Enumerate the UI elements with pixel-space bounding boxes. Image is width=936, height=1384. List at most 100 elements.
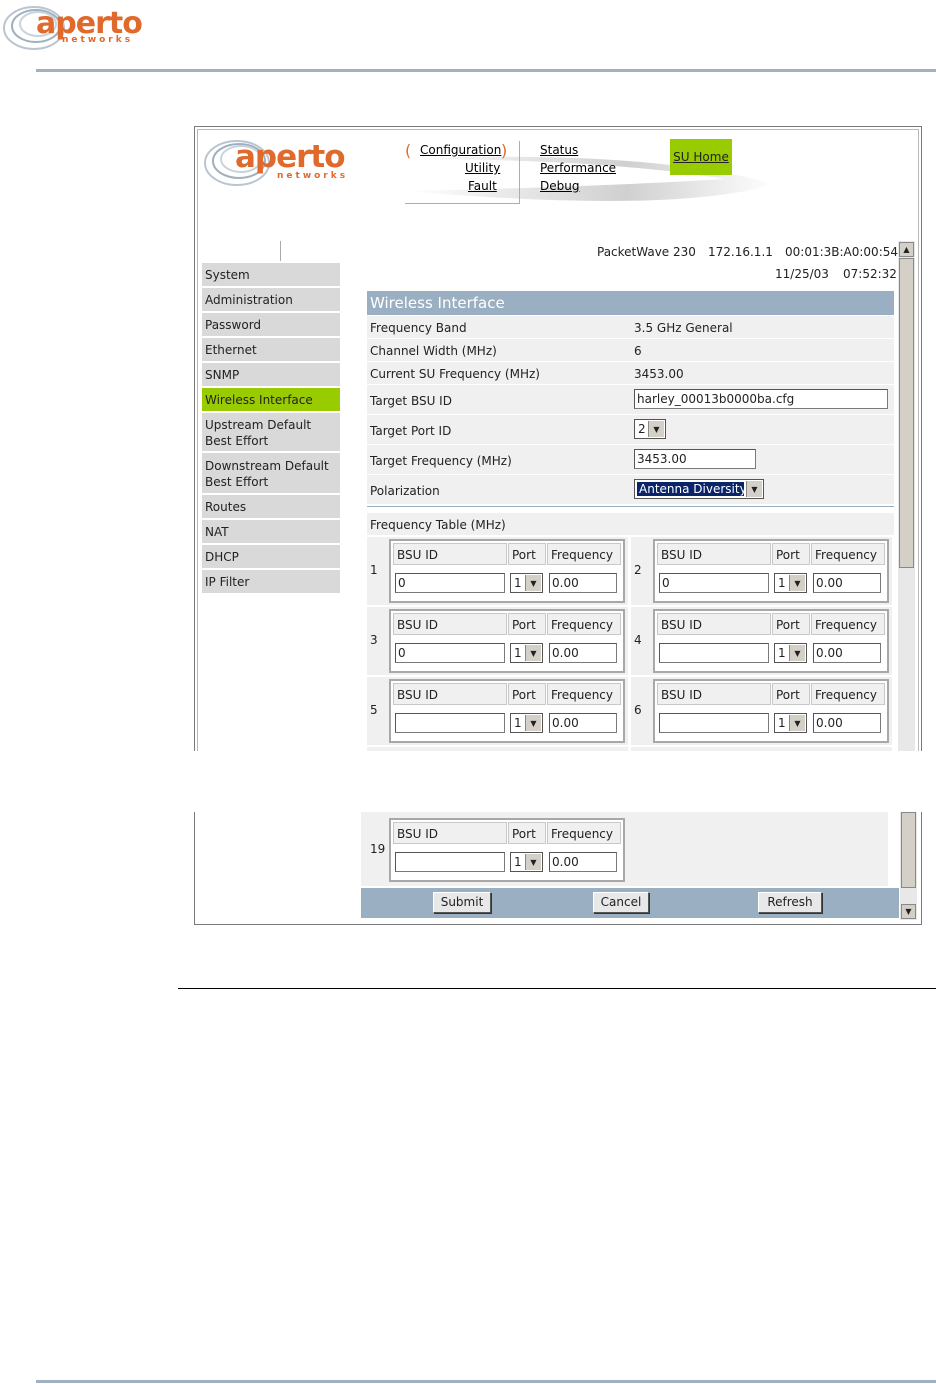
top-rule xyxy=(36,69,936,72)
nav-divider-vertical xyxy=(519,141,520,203)
freq-entry: 3 BSU ID Port Frequency 0 1 ▼ 0.00 xyxy=(367,607,628,675)
col-bsu-header: BSU ID xyxy=(393,822,507,844)
bottom-rule xyxy=(36,1380,936,1383)
freq-entry-box: BSU ID Port Frequency 0 1 ▼ 0.00 xyxy=(389,539,625,603)
freq-entry-number: 4 xyxy=(634,633,642,647)
chevron-down-icon: ▼ xyxy=(746,481,762,497)
col-port-header: Port xyxy=(508,543,546,565)
device-name: PacketWave 230 xyxy=(597,245,696,259)
device-date: 11/25/03 xyxy=(775,267,829,281)
sidebar-item-snmp[interactable]: SNMP xyxy=(202,363,340,388)
freq-entry-number: 1 xyxy=(370,563,378,577)
frequency-table-entry-19: 19 BSU ID Port Frequency 1 ▼ 0.00 xyxy=(367,816,631,884)
frequency-input[interactable]: 0.00 xyxy=(549,573,617,593)
nav-bracket-right-icon: ) xyxy=(501,141,508,160)
col-frequency-header: Frequency xyxy=(547,543,621,565)
chevron-down-icon: ▼ xyxy=(789,645,805,661)
col-bsu-header: BSU ID xyxy=(657,683,771,705)
bsu-id-input[interactable] xyxy=(395,713,505,733)
nav-performance[interactable]: Performance xyxy=(540,161,616,175)
chevron-down-icon: ▼ xyxy=(525,715,541,731)
freq-entry-box: BSU ID Port Frequency 0 1 ▼ 0.00 xyxy=(389,609,625,673)
col-frequency-header: Frequency xyxy=(811,543,885,565)
chevron-down-icon: ▼ xyxy=(789,715,805,731)
sidebar-item-password[interactable]: Password xyxy=(202,313,340,338)
col-port-header: Port xyxy=(508,822,546,844)
sidebar-item-upstream-default[interactable]: Upstream Default Best Effort xyxy=(202,413,340,453)
app-logo-word: aperto xyxy=(235,139,346,175)
scrollbar-thumb-bottom[interactable] xyxy=(901,812,916,888)
frequency-input[interactable]: 0.00 xyxy=(549,643,617,663)
port-select[interactable]: 1 ▼ xyxy=(510,852,543,872)
target-bsu-input[interactable]: harley_00013b0000ba.cfg xyxy=(634,389,888,409)
frequency-band-value: 3.5 GHz General xyxy=(634,321,733,335)
sidebar-item-administration[interactable]: Administration xyxy=(202,288,340,313)
nav-utility[interactable]: Utility xyxy=(465,161,500,175)
section-divider xyxy=(367,506,894,507)
port-select-value: 1 xyxy=(514,855,522,869)
col-port-header: Port xyxy=(772,683,810,705)
sidebar-item-wireless-interface[interactable]: Wireless Interface xyxy=(202,388,340,413)
scroll-down-icon[interactable]: ▼ xyxy=(901,904,916,919)
submit-button[interactable]: Submit xyxy=(433,892,491,913)
bsu-id-input[interactable]: 0 xyxy=(395,573,505,593)
refresh-button[interactable]: Refresh xyxy=(758,892,822,913)
target-port-label: Target Port ID xyxy=(370,424,452,438)
sidebar-item-nat[interactable]: NAT xyxy=(202,520,340,545)
freq-table-label: Frequency Table (MHz) xyxy=(370,518,506,532)
col-port-header: Port xyxy=(508,683,546,705)
frequency-input[interactable]: 0.00 xyxy=(813,643,881,663)
nav-configuration[interactable]: Configuration xyxy=(420,143,501,157)
channel-width-value: 6 xyxy=(634,344,642,358)
freq-entry-box: BSU ID Port Frequency 0 1 ▼ 0.00 xyxy=(653,539,889,603)
nav-debug[interactable]: Debug xyxy=(540,179,579,193)
col-bsu-header: BSU ID xyxy=(657,613,771,635)
sidebar-item-ethernet[interactable]: Ethernet xyxy=(202,338,340,363)
bsu-id-input[interactable]: 0 xyxy=(395,643,505,663)
app-window: aperto networks ( ) Configuration Utilit… xyxy=(194,126,922,751)
freq-entry-number: 5 xyxy=(370,703,378,717)
su-home-button[interactable]: SU Home xyxy=(670,139,732,175)
port-select[interactable]: 1 ▼ xyxy=(510,643,543,663)
sidebar-item-routes[interactable]: Routes xyxy=(202,495,340,520)
frequency-input[interactable]: 0.00 xyxy=(549,852,617,872)
cancel-button[interactable]: Cancel xyxy=(593,892,649,913)
bsu-id-input[interactable]: 0 xyxy=(659,573,769,593)
sidebar-item-ip-filter[interactable]: IP Filter xyxy=(202,570,340,595)
sidebar-item-dhcp[interactable]: DHCP xyxy=(202,545,340,570)
bsu-id-input[interactable] xyxy=(395,852,505,872)
freq-entry-box: BSU ID Port Frequency 1 ▼ 0.00 xyxy=(389,679,625,743)
port-select[interactable]: 1 ▼ xyxy=(510,573,543,593)
nav-status[interactable]: Status xyxy=(540,143,578,157)
frequency-input[interactable]: 0.00 xyxy=(549,713,617,733)
frequency-input[interactable]: 0.00 xyxy=(813,713,881,733)
app-window-bottom: 19 BSU ID Port Frequency 1 ▼ 0.00 Submit… xyxy=(194,812,922,925)
target-frequency-input[interactable]: 3453.00 xyxy=(634,449,756,469)
port-select[interactable]: 1 ▼ xyxy=(510,713,543,733)
nav-fault[interactable]: Fault xyxy=(468,179,497,193)
port-select-value: 1 xyxy=(778,646,786,660)
freq-entry-box: BSU ID Port Frequency 1 ▼ 0.00 xyxy=(653,609,889,673)
freq-entry: 4 BSU ID Port Frequency 1 ▼ 0.00 xyxy=(631,607,892,675)
port-select[interactable]: 1 ▼ xyxy=(774,573,807,593)
bsu-id-input[interactable] xyxy=(659,643,769,663)
port-select[interactable]: 1 ▼ xyxy=(774,643,807,663)
col-bsu-header: BSU ID xyxy=(393,543,507,565)
target-port-select[interactable]: 2 ▼ xyxy=(634,419,666,439)
col-bsu-header: BSU ID xyxy=(657,543,771,565)
port-select-value: 1 xyxy=(778,576,786,590)
scroll-up-icon[interactable]: ▲ xyxy=(899,242,914,257)
chevron-down-icon: ▼ xyxy=(525,575,541,591)
polarization-select[interactable]: Antenna Diversity ▼ xyxy=(634,479,764,499)
current-frequency-label: Current SU Frequency (MHz) xyxy=(370,367,540,381)
bsu-id-input[interactable] xyxy=(659,713,769,733)
frequency-input[interactable]: 0.00 xyxy=(813,573,881,593)
nav-divider-horizontal xyxy=(405,203,520,204)
sidebar-item-system[interactable]: System xyxy=(202,263,340,288)
scrollbar-thumb[interactable] xyxy=(899,258,914,568)
port-select[interactable]: 1 ▼ xyxy=(774,713,807,733)
col-bsu-header: BSU ID xyxy=(393,683,507,705)
chevron-down-icon: ▼ xyxy=(648,421,664,437)
col-port-header: Port xyxy=(508,613,546,635)
sidebar-item-downstream-default[interactable]: Downstream Default Best Effort xyxy=(202,453,340,495)
